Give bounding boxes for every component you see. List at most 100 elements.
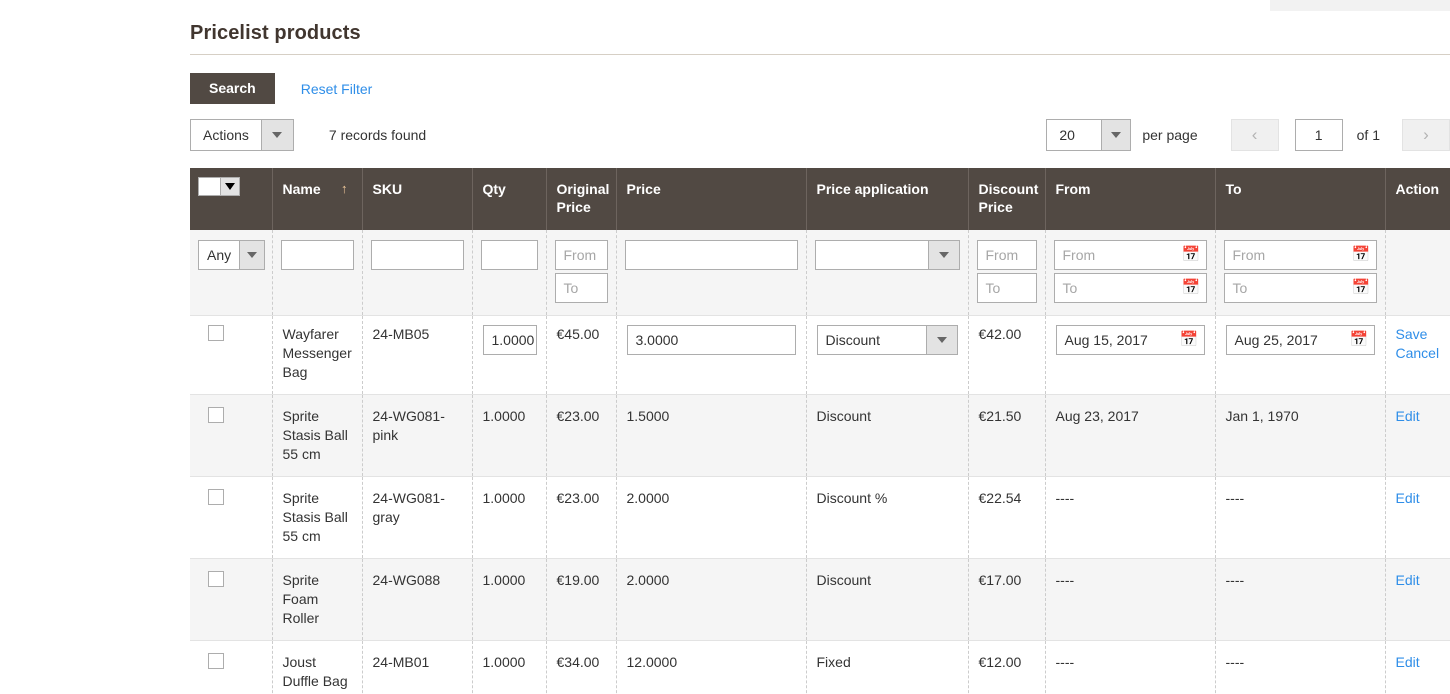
select-all-column-header[interactable] bbox=[190, 168, 273, 230]
edit-link[interactable]: Edit bbox=[1396, 572, 1420, 588]
filter-select-any-value: Any bbox=[198, 240, 240, 270]
per-page-chevron-down-icon[interactable] bbox=[1101, 119, 1132, 151]
filter-cell-from: From 📅 To 📅 bbox=[1045, 230, 1216, 316]
cell-from: ---- bbox=[1045, 558, 1216, 641]
calendar-icon[interactable]: 📅 bbox=[1180, 331, 1199, 349]
per-page-dropdown[interactable]: 20 bbox=[1046, 119, 1132, 151]
table-row: Sprite Stasis Ball 55 cm 24-WG081-gray 1… bbox=[190, 476, 1450, 559]
previous-page-button[interactable]: ‹ bbox=[1230, 119, 1279, 151]
cell-price-application: Discount bbox=[806, 558, 969, 641]
filter-select-chevron-down-icon[interactable] bbox=[239, 240, 266, 270]
cell-action: Edit bbox=[1385, 394, 1450, 477]
edit-from-field: Aug 15, 2017 📅 bbox=[1055, 325, 1205, 355]
filter-cell-sku bbox=[362, 230, 473, 316]
actions-dropdown[interactable]: Actions bbox=[190, 119, 294, 151]
filter-price-application-dropdown[interactable] bbox=[814, 240, 960, 270]
filter-cell-to: From 📅 To 📅 bbox=[1215, 230, 1386, 316]
reset-filter-link[interactable]: Reset Filter bbox=[301, 81, 373, 97]
actions-chevron-down-icon[interactable] bbox=[260, 119, 294, 151]
search-bar: Search Reset Filter bbox=[190, 73, 1450, 104]
row-checkbox[interactable] bbox=[208, 489, 224, 505]
edit-link[interactable]: Edit bbox=[1396, 654, 1420, 670]
calendar-icon[interactable]: 📅 bbox=[1350, 331, 1369, 349]
edit-price-input[interactable]: 3.0000 bbox=[626, 325, 796, 355]
cell-action: Edit bbox=[1385, 558, 1450, 641]
column-header-from[interactable]: From bbox=[1045, 168, 1216, 230]
edit-price-application-chevron-down-icon[interactable] bbox=[925, 325, 958, 355]
column-header-price[interactable]: Price bbox=[616, 168, 807, 230]
edit-price-application-dropdown[interactable]: Discount bbox=[816, 325, 958, 355]
filter-discount-price-to-input[interactable]: To bbox=[976, 273, 1037, 303]
cell-price-application: Discount % bbox=[806, 476, 969, 559]
row-select-cell bbox=[190, 315, 273, 395]
row-checkbox[interactable] bbox=[208, 407, 224, 423]
row-checkbox[interactable] bbox=[208, 653, 224, 669]
select-all-chevron-down-icon[interactable] bbox=[220, 177, 240, 196]
cell-price-application: Discount bbox=[806, 394, 969, 477]
calendar-icon[interactable]: 📅 bbox=[1182, 279, 1201, 297]
cell-sku: 24-WG088 bbox=[362, 558, 473, 641]
column-header-original-price[interactable]: Original Price bbox=[546, 168, 617, 230]
cell-price: 2.0000 bbox=[616, 558, 807, 641]
cell-price-application: Discount bbox=[806, 315, 969, 395]
cell-to: ---- bbox=[1215, 640, 1386, 694]
cell-price: 12.0000 bbox=[616, 640, 807, 694]
per-page-label: per page bbox=[1142, 127, 1198, 143]
row-select-cell bbox=[190, 640, 273, 694]
pricelist-products-grid: ↑ Name SKU Qty Original Price Price Pric… bbox=[190, 168, 1450, 694]
filter-name-input[interactable] bbox=[280, 240, 354, 270]
table-row: Wayfarer Messenger Bag 24-MB05 1.0000 €4… bbox=[190, 315, 1450, 395]
page-number-input[interactable]: 1 bbox=[1294, 119, 1343, 151]
filter-qty-input[interactable] bbox=[480, 240, 538, 270]
cell-original-price: €34.00 bbox=[546, 640, 617, 694]
search-button[interactable]: Search bbox=[190, 73, 275, 104]
next-page-button[interactable]: › bbox=[1402, 119, 1450, 151]
cell-original-price: €19.00 bbox=[546, 558, 617, 641]
cell-name: Sprite Stasis Ball 55 cm bbox=[272, 476, 363, 559]
filter-discount-price-from-input[interactable]: From bbox=[976, 240, 1037, 270]
cell-original-price: €45.00 bbox=[546, 315, 617, 395]
cell-name: Wayfarer Messenger Bag bbox=[272, 315, 363, 395]
cell-from: Aug 23, 2017 bbox=[1045, 394, 1216, 477]
calendar-icon[interactable]: 📅 bbox=[1352, 279, 1371, 297]
filter-original-price-to-input[interactable]: To bbox=[554, 273, 608, 303]
cell-action: Edit bbox=[1385, 476, 1450, 559]
column-header-discount-price[interactable]: Discount Price bbox=[968, 168, 1046, 230]
edit-price-application-value: Discount bbox=[816, 325, 926, 355]
column-header-name[interactable]: ↑ Name bbox=[272, 168, 363, 230]
filter-sku-input[interactable] bbox=[370, 240, 464, 270]
cell-from: ---- bbox=[1045, 640, 1216, 694]
column-header-price-application[interactable]: Price application bbox=[806, 168, 969, 230]
sort-ascending-icon: ↑ bbox=[341, 181, 348, 196]
row-checkbox[interactable] bbox=[208, 325, 224, 341]
cell-discount-price: €22.54 bbox=[968, 476, 1046, 559]
column-header-action: Action bbox=[1385, 168, 1450, 230]
calendar-icon[interactable]: 📅 bbox=[1182, 246, 1201, 264]
filter-original-price-from-input[interactable]: From bbox=[554, 240, 608, 270]
edit-link[interactable]: Edit bbox=[1396, 490, 1420, 506]
cell-price: 1.5000 bbox=[616, 394, 807, 477]
title-divider bbox=[190, 54, 1450, 55]
column-header-sku[interactable]: SKU bbox=[362, 168, 473, 230]
filter-price-input[interactable] bbox=[624, 240, 798, 270]
cancel-link[interactable]: Cancel bbox=[1396, 344, 1441, 363]
column-header-to[interactable]: To bbox=[1215, 168, 1386, 230]
records-found-label: 7 records found bbox=[328, 127, 427, 143]
select-all-dropdown[interactable] bbox=[198, 177, 240, 196]
cell-qty: 1.0000 bbox=[472, 640, 547, 694]
calendar-icon[interactable]: 📅 bbox=[1352, 246, 1371, 264]
row-checkbox[interactable] bbox=[208, 571, 224, 587]
select-all-checkbox[interactable] bbox=[198, 177, 220, 196]
actions-dropdown-label: Actions bbox=[190, 119, 261, 151]
cell-action: Save Cancel bbox=[1385, 315, 1450, 395]
filter-select-any-dropdown[interactable]: Any bbox=[198, 240, 266, 270]
edit-qty-input[interactable]: 1.0000 bbox=[482, 325, 537, 355]
column-header-qty[interactable]: Qty bbox=[472, 168, 547, 230]
filter-price-application-chevron-down-icon[interactable] bbox=[927, 240, 960, 270]
page-title: Pricelist products bbox=[190, 22, 361, 44]
filter-cell-qty bbox=[472, 230, 547, 316]
cell-discount-price: €17.00 bbox=[968, 558, 1046, 641]
row-select-cell bbox=[190, 476, 273, 559]
save-link[interactable]: Save bbox=[1396, 325, 1441, 344]
edit-link[interactable]: Edit bbox=[1396, 408, 1420, 424]
